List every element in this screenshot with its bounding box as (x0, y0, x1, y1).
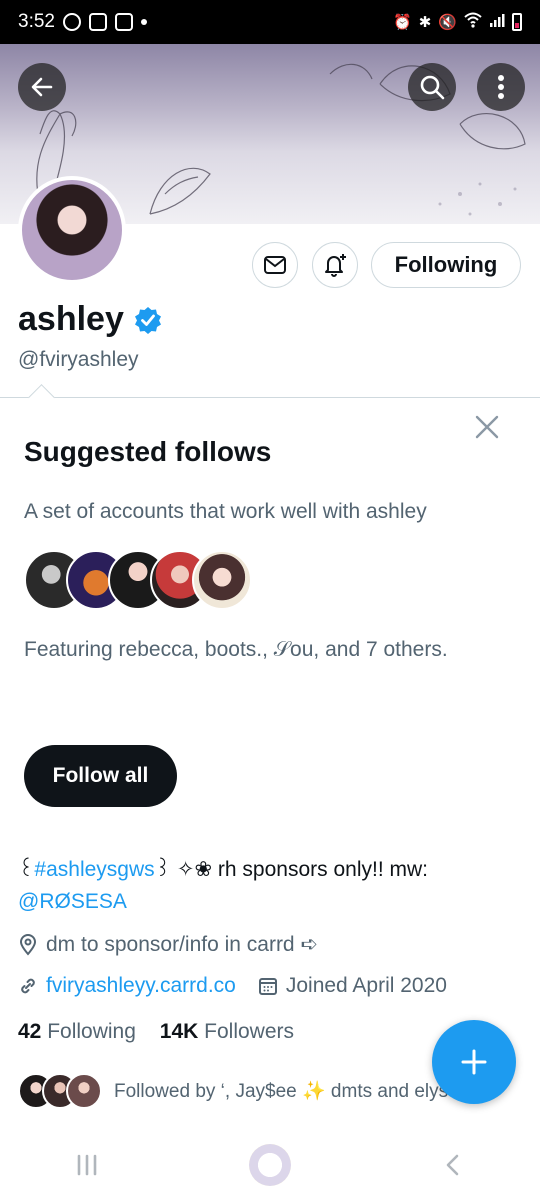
compose-post-button[interactable] (432, 1020, 516, 1104)
suggested-follows-subtitle: A set of accounts that work well with as… (24, 500, 427, 523)
more-options-button[interactable] (477, 63, 525, 111)
alert-icon (114, 13, 133, 31)
handle: @fviryashley (18, 348, 139, 371)
followed-by-text: Followed by ‘, Jay$ee ✨ dmts and elyssa (114, 1081, 469, 1102)
alarm-icon: ⏰ (393, 14, 412, 31)
following-count: 42 (18, 1020, 42, 1043)
search-button[interactable] (408, 63, 456, 111)
link-icon (21, 978, 35, 994)
suggestion-pointer (28, 384, 55, 411)
home-button[interactable] (248, 1144, 291, 1186)
following-button[interactable]: Following (371, 242, 521, 288)
message-button[interactable] (252, 242, 298, 288)
bio: ꒰#ashleysgws꒱ ✧❀ rh sponsors only!! mw: … (18, 854, 518, 918)
wifi-icon (464, 12, 482, 32)
bio-prefix: ꒰ (18, 858, 35, 881)
website-joined-row: fviryashleyy.carrd.co Joined April 2020 (18, 974, 447, 998)
bluetooth-icon: ✱ (418, 14, 432, 31)
followed-by-row[interactable]: Followed by ‘, Jay$ee ✨ dmts and elyssa (18, 1073, 484, 1109)
status-left: 3:52 (18, 11, 147, 33)
profile-avatar[interactable] (18, 176, 126, 284)
status-time: 3:52 (18, 11, 55, 32)
featuring-text: Featuring rebecca, boots., 𝒮ou, and 7 ot… (24, 638, 448, 661)
bio-hashtag-link[interactable]: #ashleysgws (34, 858, 154, 881)
following-label: Following (47, 1020, 136, 1043)
gallery-icon (88, 13, 107, 31)
recent-apps-icon[interactable] (74, 1152, 100, 1178)
followers-count: 14K (159, 1020, 199, 1043)
followers-count-link[interactable]: 14K Followers (160, 1020, 294, 1043)
more-vertical-icon (498, 75, 504, 99)
close-suggestions-icon[interactable] (472, 412, 502, 442)
joined-date: Joined April 2020 (285, 974, 447, 997)
notification-dot-icon (140, 19, 147, 25)
plus-icon (461, 1049, 487, 1075)
verified-badge-icon (134, 306, 161, 334)
display-name-row: ashley (18, 300, 162, 339)
bell-plus-icon (325, 254, 346, 277)
mute-icon: 🔇 (438, 14, 457, 31)
website-link[interactable]: fviryashleyy.carrd.co (46, 974, 236, 998)
follow-all-button[interactable]: Follow all (24, 745, 177, 807)
followers-label: Followers (204, 1020, 294, 1043)
section-divider (0, 397, 540, 398)
notifications-button[interactable] (312, 242, 358, 288)
following-count-link[interactable]: 42 Following (18, 1020, 136, 1043)
search-icon (420, 75, 445, 100)
battery-icon (512, 13, 522, 31)
location-row: dm to sponsor/info in carrd ➪ (18, 932, 318, 957)
mutual-avatar (66, 1073, 102, 1109)
display-name: ashley (18, 300, 124, 338)
system-nav-bar (0, 1130, 540, 1200)
suggested-follows-title: Suggested follows (24, 436, 272, 467)
back-button[interactable] (18, 63, 66, 111)
bio-text: ꒱ ✧❀ rh sponsors only!! mw: (154, 858, 428, 881)
suggested-avatars[interactable] (24, 550, 264, 610)
status-bar: 3:52 ⏰ ✱ 🔇 (0, 0, 540, 44)
suggested-avatar[interactable] (192, 550, 252, 610)
status-right: ⏰ ✱ 🔇 (393, 12, 522, 32)
bio-mention-link[interactable]: @RØSESA (18, 890, 127, 913)
mail-icon (264, 256, 286, 274)
arrow-left-icon (31, 77, 53, 97)
location-text: dm to sponsor/info in carrd ➪ (46, 933, 319, 956)
signal-icon (489, 12, 505, 32)
back-nav-icon[interactable] (440, 1152, 466, 1178)
follow-counts: 42 Following 14K Followers (18, 1020, 294, 1044)
threads-icon (62, 13, 81, 31)
location-pin-icon (19, 933, 37, 956)
calendar-icon (258, 978, 277, 995)
